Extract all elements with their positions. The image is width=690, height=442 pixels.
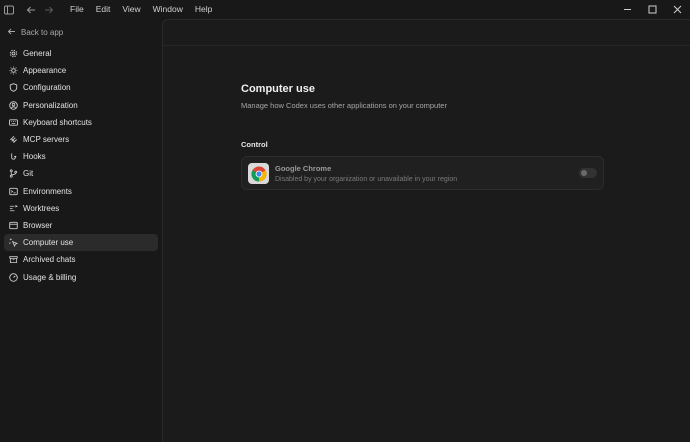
sidebar-item-general[interactable]: General xyxy=(4,45,158,62)
title-bar: File Edit View Window Help xyxy=(0,0,690,19)
back-arrow-icon[interactable] xyxy=(24,3,38,17)
gauge-icon xyxy=(8,272,18,282)
menu-file[interactable]: File xyxy=(64,0,90,19)
arrow-left-icon xyxy=(7,27,16,38)
browser-icon xyxy=(8,220,18,230)
maximize-icon[interactable] xyxy=(640,0,665,19)
chrome-icon xyxy=(248,163,269,184)
chrome-access-toggle[interactable] xyxy=(579,168,597,178)
gear-icon xyxy=(8,49,18,59)
sparkle-cursor-icon xyxy=(8,238,18,248)
sidebar-item-archived-chats[interactable]: Archived chats xyxy=(4,251,158,268)
menu-edit[interactable]: Edit xyxy=(90,0,117,19)
sidebar-item-label: Personalization xyxy=(23,100,78,110)
sidebar-item-label: Configuration xyxy=(23,83,71,93)
sidebar-item-keyboard-shortcuts[interactable]: Keyboard shortcuts xyxy=(4,114,158,131)
window-controls xyxy=(615,0,690,19)
page-subtitle: Manage how Codex uses other applications… xyxy=(241,101,447,110)
sidebar-item-label: Hooks xyxy=(23,152,46,162)
minimize-icon[interactable] xyxy=(615,0,640,19)
main-top-bar xyxy=(163,20,690,46)
menu-help[interactable]: Help xyxy=(189,0,218,19)
sidebar-item-label: Browser xyxy=(23,220,53,230)
sidebar-item-worktrees[interactable]: Worktrees xyxy=(4,200,158,217)
sidebar-item-browser[interactable]: Browser xyxy=(4,217,158,234)
sidebar-item-label: Computer use xyxy=(23,238,74,248)
sidebar-item-git[interactable]: Git xyxy=(4,165,158,182)
app-permission-card: Google Chrome Disabled by your organizat… xyxy=(241,156,604,190)
mcp-icon xyxy=(8,135,18,145)
environment-icon xyxy=(8,186,18,196)
settings-sidebar: Back to app General Appearance Configura… xyxy=(0,19,162,442)
keyboard-icon xyxy=(8,117,18,127)
sun-icon xyxy=(8,66,18,76)
sidebar-item-label: Git xyxy=(23,169,34,179)
section-title-control: Control xyxy=(241,140,268,149)
sidebar-item-computer-use[interactable]: Computer use xyxy=(4,234,158,252)
back-to-app-label: Back to app xyxy=(21,27,64,37)
person-icon xyxy=(8,100,18,110)
page-title: Computer use xyxy=(241,83,315,95)
settings-main-panel: Computer use Manage how Codex uses other… xyxy=(162,19,690,442)
sidebar-item-label: Worktrees xyxy=(23,203,60,213)
sidebar-item-label: Environments xyxy=(23,186,72,196)
app-name: Google Chrome xyxy=(275,164,332,173)
toggle-sidebar-icon[interactable] xyxy=(2,3,16,17)
back-to-app-link[interactable]: Back to app xyxy=(7,25,63,39)
sidebar-item-mcp-servers[interactable]: MCP servers xyxy=(4,131,158,148)
menu-window[interactable]: Window xyxy=(147,0,189,19)
hook-icon xyxy=(8,152,18,162)
sidebar-item-label: Appearance xyxy=(23,66,67,76)
forward-arrow-icon[interactable] xyxy=(42,3,56,17)
shield-icon xyxy=(8,83,18,93)
sidebar-item-label: Archived chats xyxy=(23,255,76,265)
archive-icon xyxy=(8,255,18,265)
sidebar-item-label: Usage & billing xyxy=(23,272,77,282)
app-status-description: Disabled by your organization or unavail… xyxy=(275,176,458,183)
sidebar-item-label: MCP servers xyxy=(23,135,70,145)
menu-bar: File Edit View Window Help xyxy=(64,0,218,19)
sidebar-item-label: Keyboard shortcuts xyxy=(23,117,92,127)
sidebar-item-personalization[interactable]: Personalization xyxy=(4,97,158,114)
menu-view[interactable]: View xyxy=(116,0,146,19)
close-icon[interactable] xyxy=(665,0,690,19)
sidebar-item-appearance[interactable]: Appearance xyxy=(4,62,158,79)
sidebar-item-environments[interactable]: Environments xyxy=(4,183,158,200)
app-window: File Edit View Window Help Back to app G… xyxy=(0,0,690,442)
git-branch-icon xyxy=(8,169,18,179)
sidebar-item-configuration[interactable]: Configuration xyxy=(4,79,158,96)
toggle-knob xyxy=(581,170,587,176)
sidebar-item-label: General xyxy=(23,49,52,59)
sidebar-item-usage-billing[interactable]: Usage & billing xyxy=(4,268,158,285)
settings-nav: General Appearance Configuration Persona… xyxy=(4,45,158,286)
worktree-icon xyxy=(8,203,18,213)
sidebar-item-hooks[interactable]: Hooks xyxy=(4,148,158,165)
